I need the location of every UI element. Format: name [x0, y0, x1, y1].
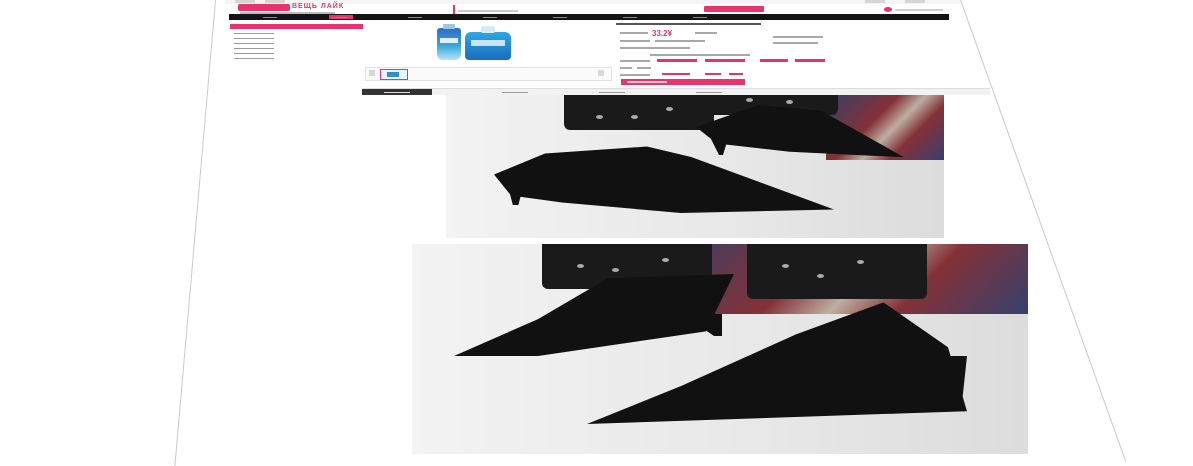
size-option[interactable]: [657, 59, 697, 62]
stock-label: [620, 74, 650, 76]
product-detail-photo: [412, 244, 1028, 454]
nav-item[interactable]: [689, 15, 713, 19]
stock-value: [729, 73, 743, 75]
info-label: [620, 40, 650, 42]
search-icon[interactable]: [453, 5, 455, 14]
tab-description[interactable]: [362, 89, 432, 95]
original-price: [695, 32, 717, 34]
utility-link[interactable]: [265, 0, 285, 3]
search-input[interactable]: [458, 10, 518, 12]
product-main-image[interactable]: [375, 22, 600, 66]
price-label: [620, 32, 648, 34]
brand-logo-text[interactable]: ВЕЩЬ ЛАЙК: [292, 3, 344, 10]
add-to-cart-button[interactable]: [621, 79, 745, 85]
detail-tabs: [362, 88, 990, 95]
chevron-right-icon[interactable]: [598, 70, 604, 76]
sheet-edge: [174, 0, 216, 466]
category-list: [228, 31, 368, 61]
info-meta: [773, 36, 823, 38]
cart-icon[interactable]: [884, 6, 944, 13]
nav-item[interactable]: [404, 15, 428, 19]
utility-link[interactable]: [905, 0, 925, 3]
info-value: [620, 47, 690, 49]
promo-line: [650, 54, 750, 56]
info-value: [655, 40, 705, 42]
size-option[interactable]: [795, 59, 825, 62]
stock-value: [705, 73, 721, 75]
product-bottle-image: [465, 26, 511, 60]
product-detail-photo: [446, 95, 944, 238]
main-nav: [229, 14, 949, 20]
category-header[interactable]: [230, 24, 363, 29]
nav-item[interactable]: [479, 15, 503, 19]
quantity-stepper[interactable]: [637, 67, 651, 69]
thumbnail-strip: [365, 67, 612, 81]
size-option[interactable]: [705, 59, 745, 62]
chevron-left-icon[interactable]: [369, 70, 375, 76]
utility-link[interactable]: [865, 0, 885, 3]
nav-item[interactable]: [549, 15, 573, 19]
stock-value: [662, 73, 690, 75]
nav-item[interactable]: [259, 15, 283, 19]
product-tube-image: [437, 24, 461, 60]
utility-link[interactable]: [235, 0, 255, 3]
thumbnail-selected[interactable]: [380, 69, 408, 80]
nav-item-active[interactable]: [329, 15, 353, 19]
product-price: 33.2¥: [652, 29, 673, 38]
qty-label: [620, 67, 632, 69]
category-item[interactable]: [228, 56, 368, 61]
info-meta: [773, 42, 818, 44]
brand-logo-icon[interactable]: [238, 4, 290, 11]
page-sheet: ВЕЩЬ ЛАЙК 33.2¥: [215, 0, 1125, 460]
nav-item[interactable]: [619, 15, 643, 19]
search-button[interactable]: [704, 6, 764, 12]
size-option[interactable]: [760, 59, 788, 62]
size-label: [620, 60, 650, 62]
product-title: [616, 22, 761, 26]
